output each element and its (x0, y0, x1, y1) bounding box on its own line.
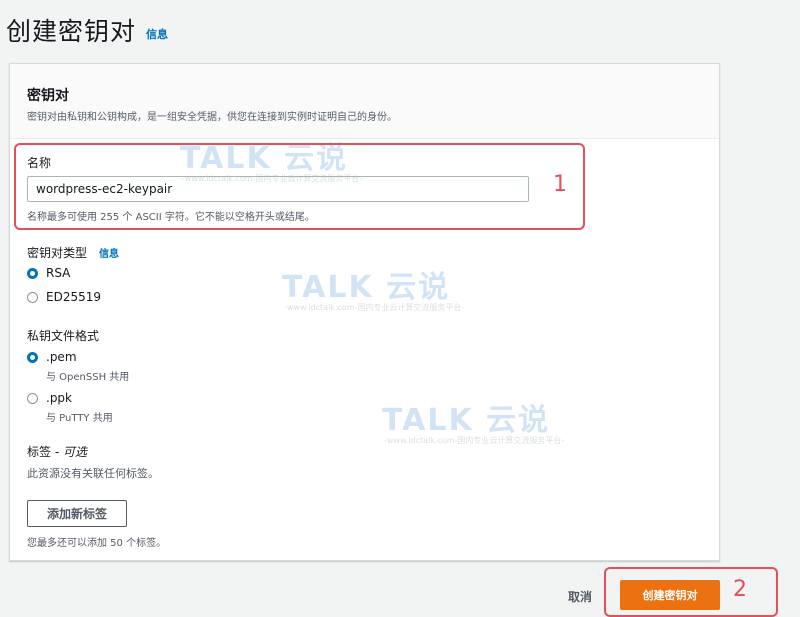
radio-rsa[interactable]: RSA (27, 266, 70, 280)
radio-ppk-button[interactable] (27, 392, 38, 404)
tags-label: 标签 - 可选 (27, 443, 87, 460)
key-pair-panel: 密钥对 密钥对由私钥和公钥构成，是一组安全凭据，供您在连接到实例时证明自己的身份… (9, 63, 720, 561)
key-type-label: 密钥对类型 信息 (27, 244, 119, 261)
panel-title: 密钥对 (27, 88, 69, 104)
radio-ppk[interactable]: .ppk (27, 391, 72, 405)
annotation-box-2 (604, 567, 778, 617)
key-type-info-link[interactable]: 信息 (99, 249, 119, 260)
tags-empty-text: 此资源没有关联任何标签。 (27, 467, 159, 480)
page-header: 创建密钥对 信息 (6, 12, 168, 48)
tags-limit-hint: 您最多还可以添加 50 个标签。 (27, 538, 167, 549)
annotation-number-1: 1 (553, 172, 567, 197)
panel-description: 密钥对由私钥和公钥构成，是一组安全凭据，供您在连接到实例时证明自己的身份。 (27, 112, 397, 123)
radio-ed25519[interactable]: ED25519 (27, 290, 101, 304)
radio-ppk-label: .ppk (46, 391, 72, 405)
radio-pem-button[interactable] (27, 351, 38, 363)
tags-label-text: 标签 (27, 445, 52, 459)
page-title: 创建密钥对 (6, 17, 137, 46)
radio-ed25519-label: ED25519 (46, 290, 101, 304)
radio-pem-sub: 与 OpenSSH 共用 (46, 372, 130, 383)
annotation-number-2: 2 (733, 577, 747, 602)
annotation-box-1 (14, 143, 585, 230)
radio-ed25519-button[interactable] (27, 291, 38, 303)
panel-header: 密钥对 密钥对由私钥和公钥构成，是一组安全凭据，供您在连接到实例时证明自己的身份… (10, 64, 719, 139)
file-format-label: 私钥文件格式 (27, 329, 100, 343)
radio-pem-label: .pem (46, 350, 77, 364)
tags-optional: - 可选 (54, 445, 87, 459)
add-tag-button[interactable]: 添加新标签 (27, 500, 127, 527)
radio-ppk-sub: 与 PuTTY 共用 (46, 413, 113, 424)
key-type-label-text: 密钥对类型 (27, 246, 88, 260)
info-link[interactable]: 信息 (146, 26, 168, 42)
radio-rsa-label: RSA (46, 266, 71, 280)
radio-rsa-button[interactable] (27, 267, 38, 279)
radio-pem[interactable]: .pem (27, 350, 77, 364)
cancel-button[interactable]: 取消 (568, 588, 592, 605)
